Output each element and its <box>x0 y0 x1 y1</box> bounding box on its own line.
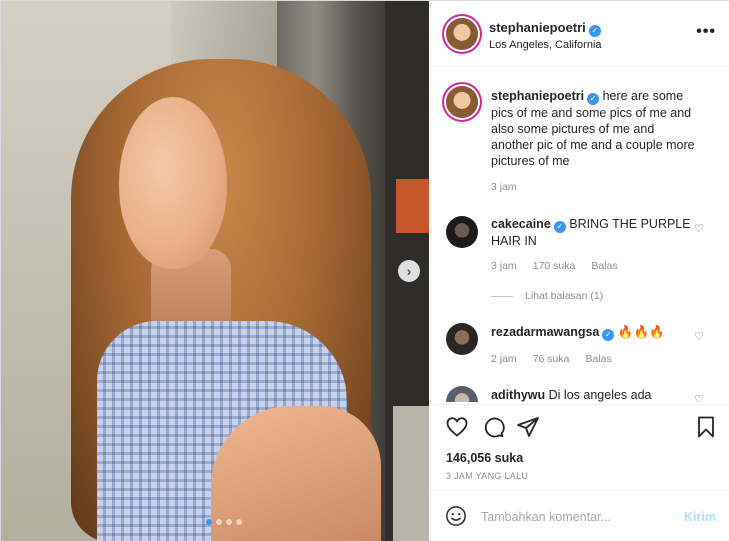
comment-username[interactable]: cakecaine <box>491 217 551 231</box>
save-bookmark-icon[interactable] <box>694 415 718 439</box>
comment-meta: 3 jam 170 suka Balas <box>491 260 618 272</box>
like-comment-heart-icon[interactable]: ♡ <box>694 330 704 343</box>
verified-badge-icon: ✓ <box>602 329 615 341</box>
chevron-right-icon: › <box>406 263 412 279</box>
carousel-dot <box>226 519 232 525</box>
comment-likes[interactable]: 170 suka <box>533 260 576 272</box>
more-options-button[interactable]: ••• <box>696 23 716 41</box>
comment-time[interactable]: 3 jam <box>491 260 517 272</box>
author-username[interactable]: stephaniepoetri <box>489 20 586 35</box>
emoji-smiley-icon[interactable] <box>445 505 467 527</box>
comment-body: rezadarmawangsa ✓ 🔥🔥🔥 <box>491 324 696 341</box>
comment-text: 🔥🔥🔥 <box>617 325 665 339</box>
photo-orange-panel <box>396 179 429 233</box>
carousel-dot-active <box>206 519 212 525</box>
like-heart-icon[interactable] <box>445 415 469 439</box>
like-comment-heart-icon[interactable]: ♡ <box>694 393 704 402</box>
verified-badge-icon: ✓ <box>587 93 600 105</box>
post-location[interactable]: Los Angeles, California <box>489 39 602 51</box>
comment-username[interactable]: adithywu <box>491 388 545 402</box>
comment-likes[interactable]: 76 suka <box>533 353 570 365</box>
caption-username[interactable]: stephaniepoetri <box>491 89 584 103</box>
carousel-dot <box>216 519 222 525</box>
caption-body: stephaniepoetri ✓ here are some pics of m… <box>491 88 696 169</box>
post-actions: 146,056 suka 3 JAM YANG LALU <box>431 404 729 490</box>
comment-reply-button[interactable]: Balas <box>591 260 617 272</box>
like-comment-heart-icon[interactable]: ♡ <box>694 222 704 235</box>
comment-composer: Kirim <box>431 490 729 541</box>
verified-badge-icon: ✓ <box>553 221 566 233</box>
comment-body: adithywu Di los angeles ada <box>491 387 696 402</box>
comments-list[interactable]: stephaniepoetri ✓ here are some pics of m… <box>431 68 729 402</box>
comment-body: cakecaine ✓ BRING THE PURPLE HAIR IN <box>491 216 696 249</box>
carousel-next-button[interactable]: › <box>398 260 420 282</box>
comment-input[interactable] <box>481 507 671 527</box>
verified-badge-icon: ✓ <box>588 25 601 37</box>
share-send-icon[interactable] <box>516 415 540 439</box>
photo-face <box>119 97 227 269</box>
author-name-row: stephaniepoetri ✓ <box>489 20 601 37</box>
view-replies-button[interactable]: Lihat balasan (1) <box>491 290 603 302</box>
likes-count[interactable]: 146,056 suka <box>446 451 523 465</box>
caption-meta: 3 jam <box>491 181 517 193</box>
caption-avatar[interactable] <box>446 86 478 118</box>
carousel-dot <box>236 519 242 525</box>
post-modal: › stephaniepoetri ✓ Los Angeles, Californ… <box>0 0 729 541</box>
post-header: stephaniepoetri ✓ Los Angeles, California… <box>431 1 729 67</box>
replies-divider <box>491 295 513 297</box>
caption-time[interactable]: 3 jam <box>491 181 517 193</box>
carousel-dots <box>206 519 242 525</box>
view-replies-label: Lihat balasan (1) <box>525 290 604 302</box>
comment-reply-button[interactable]: Balas <box>585 353 611 365</box>
post-photo[interactable]: › <box>1 1 429 541</box>
comment-username[interactable]: rezadarmawangsa <box>491 325 599 339</box>
comment-meta: 2 jam 76 suka Balas <box>491 353 612 365</box>
post-sidebar: stephaniepoetri ✓ Los Angeles, California… <box>430 1 729 541</box>
author-avatar[interactable] <box>446 18 478 50</box>
post-comment-button[interactable]: Kirim <box>684 510 716 524</box>
comment-avatar[interactable] <box>446 216 478 248</box>
photo-shelf <box>393 406 429 541</box>
comment-avatar[interactable] <box>446 386 478 402</box>
post-timestamp[interactable]: 3 JAM YANG LALU <box>446 471 528 481</box>
comment-avatar[interactable] <box>446 323 478 355</box>
comment-text: Di los angeles ada <box>548 388 652 402</box>
comment-bubble-icon[interactable] <box>481 415 505 439</box>
comment-time[interactable]: 2 jam <box>491 353 517 365</box>
